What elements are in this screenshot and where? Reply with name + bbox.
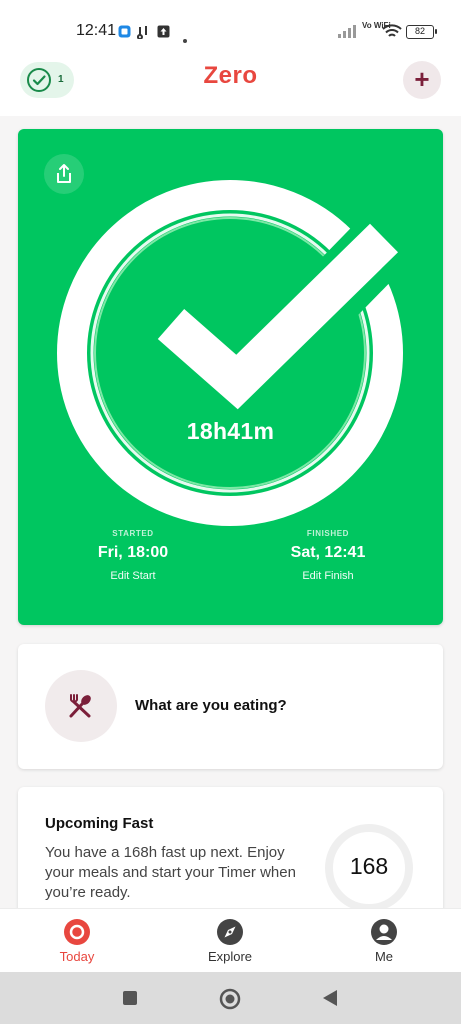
edit-finish-button[interactable]: Edit Finish [248, 570, 408, 582]
app-header: 1 Zero + [0, 44, 461, 116]
fast-timer-card: 18h41m STARTED Fri, 18:00 Edit Start FIN… [18, 129, 443, 625]
upcoming-fast-card[interactable]: Upcoming Fast You have a 168h fast up ne… [18, 787, 443, 927]
meal-log-card[interactable]: What are you eating? [18, 644, 443, 769]
status-time: 12:41 [76, 22, 117, 39]
finished-section: FINISHED Sat, 12:41 Edit Finish [248, 529, 408, 582]
signal-icon [338, 24, 360, 43]
share-button[interactable] [44, 154, 84, 194]
nav-me-label: Me [374, 949, 394, 964]
compass-icon [217, 919, 243, 945]
finished-label: FINISHED [306, 529, 350, 538]
meal-icon-badge [45, 670, 117, 742]
notification-upload-icon [157, 25, 170, 43]
upcoming-fast-hours: 168 [349, 853, 389, 879]
battery-indicator: 82 [406, 25, 437, 39]
recents-button[interactable] [122, 990, 138, 1011]
upcoming-fast-description: You have a 168h fast up next. Enjoy your… [45, 844, 296, 901]
started-section: STARTED Fri, 18:00 Edit Start [53, 529, 213, 582]
fork-spoon-icon [69, 694, 91, 718]
started-value: Fri, 18:00 [97, 544, 169, 561]
started-label: STARTED [112, 529, 154, 538]
nav-me[interactable]: Me [324, 909, 444, 973]
back-button[interactable] [322, 989, 338, 1012]
meal-prompt: What are you eating? [135, 697, 287, 714]
elapsed-time: 18h41m [186, 418, 275, 444]
bottom-navigation: Today Explore Me [0, 908, 461, 972]
status-bar: 12:41 Vo WiFi 82 [0, 0, 461, 44]
upcoming-fast-title: Upcoming Fast [45, 815, 154, 832]
nav-explore[interactable]: Explore [170, 909, 290, 973]
notification-app-icon [118, 25, 131, 43]
share-icon [57, 164, 71, 183]
edit-start-button[interactable]: Edit Start [53, 570, 213, 582]
nav-explore-label: Explore [207, 949, 253, 964]
home-button[interactable] [219, 988, 241, 1015]
home-circle-icon [219, 988, 241, 1010]
profile-icon [371, 919, 397, 945]
notification-music-icon [136, 25, 151, 44]
app-title: Zero [203, 62, 258, 89]
nav-today[interactable]: Today [17, 909, 137, 973]
wifi-icon [382, 24, 402, 44]
today-icon [64, 919, 90, 945]
back-triangle-icon [323, 990, 337, 1006]
nav-today-label: Today [59, 949, 95, 964]
add-button[interactable]: + [403, 61, 441, 99]
square-icon [123, 991, 137, 1005]
finished-value: Sat, 12:41 [290, 544, 366, 561]
system-nav-bar [0, 972, 461, 1024]
